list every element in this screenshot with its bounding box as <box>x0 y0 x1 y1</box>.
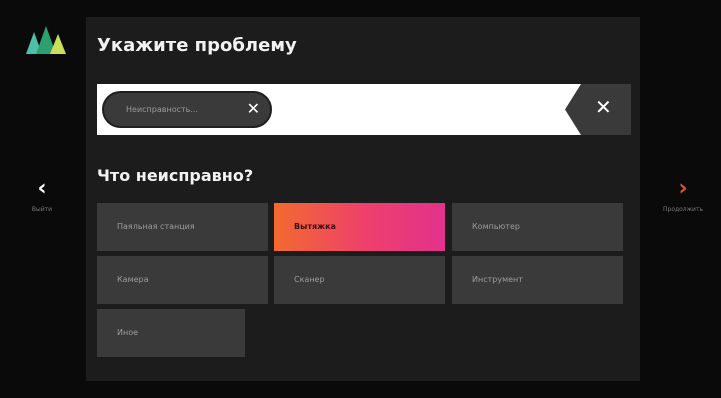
option-label: Паяльная станция <box>117 222 195 231</box>
chevron-right-icon: › <box>678 176 688 201</box>
option-label: Вытяжка <box>294 222 336 231</box>
chevron-left-icon: ‹ <box>37 176 47 201</box>
option-other[interactable]: Иное <box>97 309 245 357</box>
option-label: Камера <box>117 275 149 284</box>
option-camera[interactable]: Камера <box>97 256 268 304</box>
option-soldering-station[interactable]: Паяльная станция <box>97 203 268 251</box>
option-label: Сканер <box>294 275 325 284</box>
back-button[interactable]: ‹ Выйти <box>12 176 72 214</box>
next-button[interactable]: › Продолжить <box>648 176 718 214</box>
option-computer[interactable]: Компьютер <box>452 203 623 251</box>
option-label: Инструмент <box>472 275 523 284</box>
main-panel: Укажите проблему Неисправность... ✕ ✕ Чт… <box>86 17 640 381</box>
clear-icon: ✕ <box>595 95 612 119</box>
chip-close-icon[interactable]: ✕ <box>247 101 260 117</box>
option-label: Иное <box>117 328 139 337</box>
app-logo <box>26 26 66 54</box>
issue-chip-label: Неисправность... <box>126 105 198 114</box>
option-label: Компьютер <box>472 222 520 231</box>
option-tool[interactable]: Инструмент <box>452 256 623 304</box>
page-title: Укажите проблему <box>97 35 297 56</box>
clear-button[interactable]: ✕ <box>565 84 631 135</box>
option-scanner[interactable]: Сканер <box>274 256 445 304</box>
option-fume-extractor[interactable]: Вытяжка <box>274 203 445 251</box>
issue-chip[interactable]: Неисправность... ✕ <box>102 91 272 128</box>
back-label: Выйти <box>31 206 53 213</box>
next-label: Продолжить <box>663 206 703 213</box>
section-question: Что неисправно? <box>97 166 254 185</box>
selected-issues-bar[interactable]: Неисправность... ✕ ✕ <box>97 84 631 135</box>
